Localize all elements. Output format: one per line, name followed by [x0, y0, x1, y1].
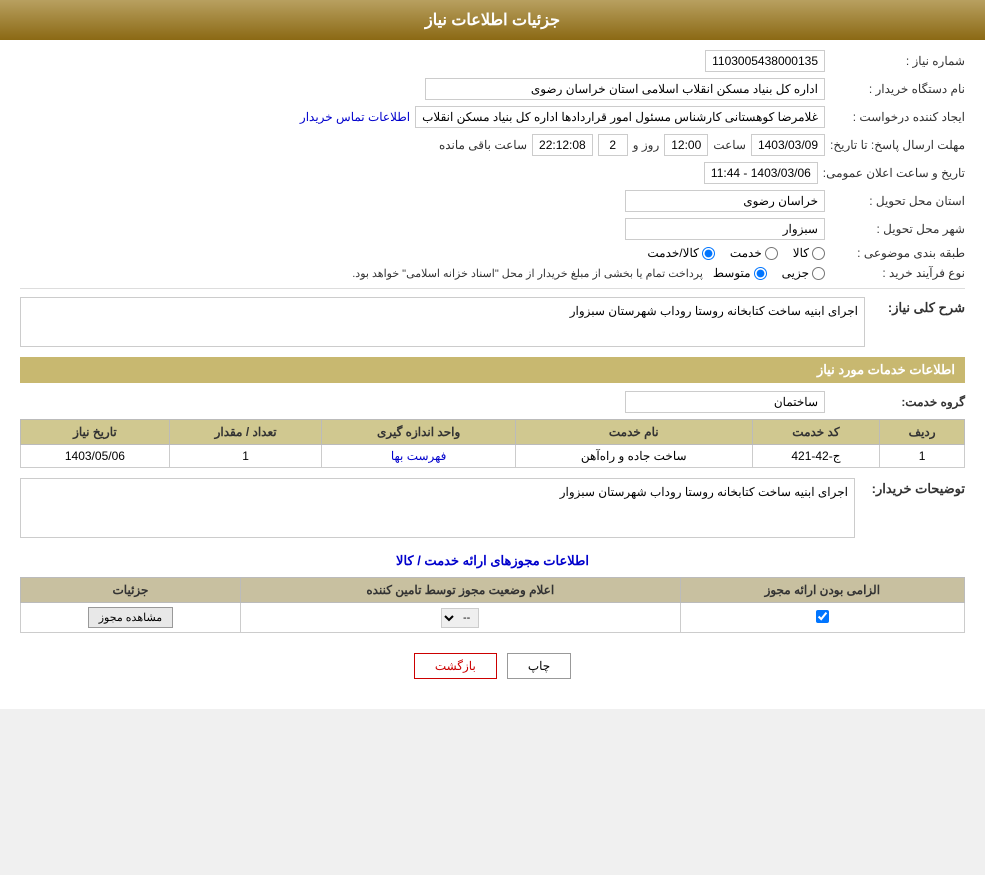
purchase-type-jozi-label: جزیی	[782, 266, 809, 280]
col-name: نام خدمت	[515, 420, 752, 445]
category-radio-kala-input[interactable]	[812, 247, 825, 260]
need-number-label: شماره نیاز :	[825, 54, 965, 68]
permits-section: اطلاعات مجوزهای ارائه خدمت / کالا الزامی…	[20, 553, 965, 633]
cell-date: 1403/05/06	[21, 445, 170, 468]
reply-deadline-label: مهلت ارسال پاسخ: تا تاریخ:	[825, 138, 965, 152]
divider-1	[20, 288, 965, 289]
general-desc-label: شرح کلی نیاز:	[875, 297, 965, 316]
col-required: الزامی بودن ارائه مجوز	[680, 578, 964, 603]
header-title: جزئیات اطلاعات نیاز	[425, 12, 560, 29]
purchase-type-row: نوع فرآیند خرید : جزیی متوسط پرداخت تمام…	[20, 266, 965, 280]
city-label: شهر محل تحویل :	[825, 222, 965, 236]
buyer-org-label: نام دستگاه خریدار :	[825, 82, 965, 96]
cell-row: 1	[880, 445, 965, 468]
group-label: گروه خدمت:	[825, 395, 965, 409]
col-qty: تعداد / مقدار	[169, 420, 322, 445]
purchase-type-motavasset[interactable]: متوسط	[713, 266, 767, 280]
reply-days: 2	[598, 134, 628, 156]
group-row: گروه خدمت: ساختمان	[20, 391, 965, 413]
permits-table: الزامی بودن ارائه مجوز اعلام وضعیت مجوز …	[20, 577, 965, 633]
purchase-type-motavasset-label: متوسط	[713, 266, 751, 280]
purchase-type-label: نوع فرآیند خرید :	[825, 266, 965, 280]
cell-name: ساخت جاده و راه‌آهن	[515, 445, 752, 468]
buyer-org-value: اداره کل بنیاد مسکن انقلاب اسلامی استان …	[425, 78, 825, 100]
bottom-buttons: چاپ بازگشت	[20, 653, 965, 679]
cell-required-checkbox[interactable]	[680, 603, 964, 633]
category-row: طبقه بندی موضوعی : کالا خدمت کالا/خدمت	[20, 246, 965, 260]
table-row: 1 ج-42-421 ساخت جاده و راه‌آهن فهرست بها…	[21, 445, 965, 468]
category-radio-khedmat-input[interactable]	[765, 247, 778, 260]
services-table-header-row: ردیف کد خدمت نام خدمت واحد اندازه گیری ت…	[21, 420, 965, 445]
category-radio-kala[interactable]: کالا	[793, 246, 825, 260]
col-detail: جزئیات	[21, 578, 241, 603]
permits-table-row: -- مشاهده مجوز	[21, 603, 965, 633]
services-section-title: اطلاعات خدمات مورد نیاز	[20, 357, 965, 383]
category-kala-label: کالا	[793, 246, 809, 260]
category-khedmat-label: خدمت	[730, 246, 762, 260]
reply-time: 12:00	[664, 134, 708, 156]
announce-row: تاریخ و ساعت اعلان عمومی: 1403/03/06 - 1…	[20, 162, 965, 184]
purchase-description: پرداخت تمام یا بخشی از مبلغ خریدار از مح…	[352, 267, 703, 280]
main-content: شماره نیاز : 1103005438000135 نام دستگاه…	[0, 40, 985, 709]
status-select[interactable]: --	[441, 608, 479, 628]
need-number-value: 1103005438000135	[705, 50, 825, 72]
col-status: اعلام وضعیت مجوز توسط تامین کننده	[240, 578, 680, 603]
reply-days-label: روز و	[633, 138, 660, 152]
general-desc-section: شرح کلی نیاز: اجرای ابنیه ساخت کتابخانه …	[20, 297, 965, 347]
cell-code: ج-42-421	[752, 445, 880, 468]
col-unit: واحد اندازه گیری	[322, 420, 516, 445]
requester-row: ایجاد کننده درخواست : غلامرضا کوهستانی ک…	[20, 106, 965, 128]
reply-date: 1403/03/09	[751, 134, 825, 156]
buyer-desc-section: توضیحات خریدار: اجرای ابنیه ساخت کتابخان…	[20, 478, 965, 538]
purchase-type-radio-group: جزیی متوسط	[713, 266, 825, 280]
cell-unit[interactable]: فهرست بها	[322, 445, 516, 468]
services-section: اطلاعات خدمات مورد نیاز گروه خدمت: ساختم…	[20, 357, 965, 538]
back-button[interactable]: بازگشت	[414, 653, 497, 679]
col-date: تاریخ نیاز	[21, 420, 170, 445]
services-table: ردیف کد خدمت نام خدمت واحد اندازه گیری ت…	[20, 419, 965, 468]
print-button[interactable]: چاپ	[507, 653, 571, 679]
contact-link[interactable]: اطلاعات تماس خریدار	[300, 110, 410, 124]
cell-detail: مشاهده مجوز	[21, 603, 241, 633]
province-row: استان محل تحویل : خراسان رضوی	[20, 190, 965, 212]
announce-label: تاریخ و ساعت اعلان عمومی:	[818, 166, 965, 180]
page-wrapper: جزئیات اطلاعات نیاز شماره نیاز : 1103005…	[0, 0, 985, 709]
purchase-type-jozi[interactable]: جزیی	[782, 266, 825, 280]
city-row: شهر محل تحویل : سبزوار	[20, 218, 965, 240]
reply-time-label: ساعت	[713, 138, 746, 152]
province-label: استان محل تحویل :	[825, 194, 965, 208]
page-header: جزئیات اطلاعات نیاز	[0, 0, 985, 40]
category-radio-khedmat[interactable]: خدمت	[730, 246, 778, 260]
reply-remaining-label: ساعت باقی مانده	[439, 138, 527, 152]
permits-table-header-row: الزامی بودن ارائه مجوز اعلام وضعیت مجوز …	[21, 578, 965, 603]
category-label: طبقه بندی موضوعی :	[825, 246, 965, 260]
cell-qty: 1	[169, 445, 322, 468]
cell-status: --	[240, 603, 680, 633]
required-checkbox[interactable]	[816, 610, 829, 623]
col-code: کد خدمت	[752, 420, 880, 445]
reply-deadline-row: مهلت ارسال پاسخ: تا تاریخ: 1403/03/09 سا…	[20, 134, 965, 156]
province-value: خراسان رضوی	[625, 190, 825, 212]
category-radio-kala-khedmat-input[interactable]	[702, 247, 715, 260]
permits-section-title[interactable]: اطلاعات مجوزهای ارائه خدمت / کالا	[20, 553, 965, 569]
need-number-row: شماره نیاز : 1103005438000135	[20, 50, 965, 72]
purchase-type-motavasset-input[interactable]	[754, 267, 767, 280]
requester-label: ایجاد کننده درخواست :	[825, 110, 965, 124]
purchase-type-jozi-input[interactable]	[812, 267, 825, 280]
category-radio-kala-khedmat[interactable]: کالا/خدمت	[647, 246, 714, 260]
category-radio-group: کالا خدمت کالا/خدمت	[647, 246, 825, 260]
announce-value: 1403/03/06 - 11:44	[704, 162, 818, 184]
category-kala-khedmat-label: کالا/خدمت	[647, 246, 698, 260]
requester-value: غلامرضا کوهستانی کارشناس مسئول امور قرار…	[415, 106, 825, 128]
col-row: ردیف	[880, 420, 965, 445]
view-permit-button[interactable]: مشاهده مجوز	[88, 607, 173, 628]
reply-remaining: 22:12:08	[532, 134, 593, 156]
group-value: ساختمان	[625, 391, 825, 413]
city-value: سبزوار	[625, 218, 825, 240]
general-desc-value: اجرای ابنیه ساخت کتابخانه روستا روداب شه…	[20, 297, 865, 347]
buyer-desc-label: توضیحات خریدار:	[865, 478, 965, 497]
buyer-desc-value: اجرای ابنیه ساخت کتابخانه روستا روداب شه…	[20, 478, 855, 538]
buyer-org-row: نام دستگاه خریدار : اداره کل بنیاد مسکن …	[20, 78, 965, 100]
